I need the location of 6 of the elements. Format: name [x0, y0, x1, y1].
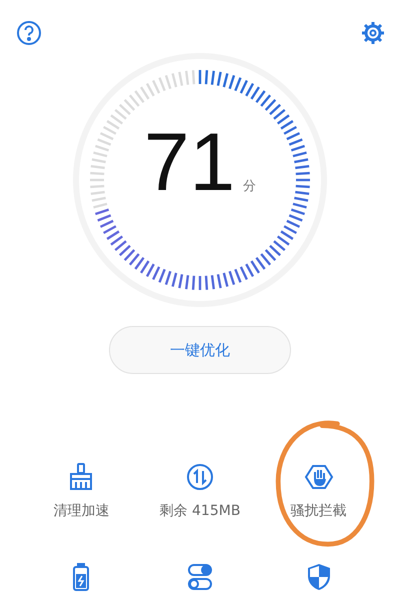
- tool-label[interactable]: 剩余 415MB: [160, 502, 240, 520]
- score-value: 71: [144, 122, 236, 204]
- score-unit: 分: [243, 178, 256, 195]
- tool-label[interactable]: 骚扰拦截: [290, 502, 347, 520]
- optimize-button[interactable]: 一键优化: [109, 326, 291, 374]
- tool-label[interactable]: 清理加速: [53, 502, 110, 520]
